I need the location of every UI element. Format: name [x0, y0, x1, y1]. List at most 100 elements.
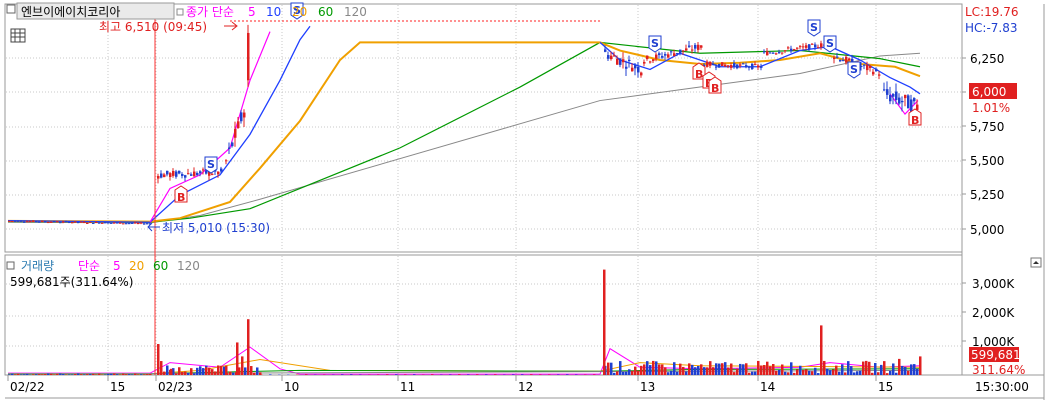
- hc-value: HC:-7.83: [965, 21, 1018, 35]
- candle-body: [122, 223, 125, 225]
- candle-body: [748, 66, 751, 68]
- volume-bar: [715, 363, 718, 375]
- sell-signal-icon[interactable]: S: [204, 156, 218, 174]
- volume-bar: [841, 364, 844, 375]
- volume-bar: [763, 365, 766, 375]
- volume-bar: [122, 373, 125, 375]
- candle-body: [243, 112, 246, 118]
- volume-bar: [166, 365, 169, 375]
- candle-body: [80, 221, 83, 223]
- volume-bar: [760, 365, 763, 375]
- candle-body: [604, 49, 607, 52]
- candle-body: [53, 221, 56, 223]
- volume-bar: [485, 374, 488, 375]
- candle-body: [878, 74, 881, 76]
- candle-body: [751, 63, 754, 70]
- volume-bar: [113, 373, 116, 375]
- buy-signal-icon[interactable]: B: [174, 185, 188, 204]
- sell-signal-icon[interactable]: S: [823, 35, 837, 53]
- candle-body: [607, 55, 610, 59]
- volume-bar: [883, 361, 886, 375]
- volume-bar: [706, 367, 709, 375]
- volume-bar: [50, 373, 53, 375]
- buy-signal-icon[interactable]: B: [908, 108, 922, 127]
- volume-bar: [8, 374, 11, 375]
- volume-bar: [748, 372, 751, 375]
- volume-bar: [802, 369, 805, 375]
- candle-body: [688, 45, 691, 47]
- volume-bar: [895, 372, 898, 375]
- volume-ma-period: 5: [113, 259, 121, 273]
- candle-body: [628, 59, 631, 62]
- candle-body: [8, 220, 11, 222]
- volume-bar: [646, 361, 649, 375]
- candle-body: [805, 45, 808, 48]
- volume-bar: [607, 362, 610, 375]
- candle-body: [869, 65, 872, 68]
- sell-signal-icon[interactable]: S: [847, 61, 861, 79]
- volume-bar: [829, 370, 832, 375]
- candle-body: [772, 52, 775, 54]
- candle-body: [730, 64, 733, 68]
- volume-bar: [769, 366, 772, 375]
- candle-body: [101, 222, 104, 224]
- time-tick-label: 11: [400, 380, 415, 394]
- volume-bar: [919, 356, 922, 375]
- volume-bar: [739, 363, 742, 375]
- sell-signal-icon[interactable]: S: [648, 35, 662, 53]
- candle-body: [217, 171, 220, 175]
- panel-maximize-icon[interactable]: [1030, 257, 1042, 268]
- candle-body: [89, 221, 92, 223]
- sell-signal-icon[interactable]: S: [807, 19, 821, 37]
- buy-signal-icon[interactable]: B: [708, 76, 722, 95]
- volume-bar: [107, 373, 110, 375]
- volume-ma-period: 20: [129, 259, 144, 273]
- volume-bar: [140, 374, 143, 375]
- candle-body: [793, 49, 796, 51]
- candle-body: [872, 71, 875, 75]
- volume-bar: [838, 371, 841, 375]
- candle-body: [775, 53, 778, 55]
- volume-bar: [655, 361, 658, 375]
- time-tick-label: 10: [284, 380, 299, 394]
- volume-bar: [820, 325, 823, 375]
- volume-bar: [149, 373, 152, 375]
- volume-bar: [20, 374, 23, 375]
- candle-body: [715, 66, 718, 68]
- volume-info: 599,681주(311.64%): [10, 275, 133, 289]
- volume-bar: [566, 374, 569, 375]
- volume-bar: [244, 367, 247, 375]
- volume-bar: [146, 374, 149, 375]
- candle-body: [166, 170, 169, 175]
- candle-body: [104, 222, 107, 224]
- volume-bar: [593, 374, 596, 375]
- candle-body: [196, 172, 199, 176]
- candle-body: [721, 62, 724, 67]
- candle-body: [898, 97, 901, 104]
- candle-body: [71, 222, 74, 224]
- candle-body: [160, 173, 163, 178]
- current-volume: 599,681: [971, 348, 1021, 362]
- volume-bar: [35, 374, 38, 375]
- volume-bar: [184, 371, 187, 375]
- grid-toggle-icon[interactable]: [10, 28, 26, 43]
- volume-bar: [913, 364, 916, 375]
- volume-bar: [610, 362, 613, 375]
- volume-bar: [625, 371, 628, 375]
- candle-body: [62, 221, 65, 223]
- volume-bar: [11, 373, 14, 375]
- volume-axis: 3,000K 2,000K 1,000K: [962, 277, 1015, 349]
- candle-body: [892, 93, 895, 97]
- volume-ma-period: 120: [177, 259, 200, 273]
- candle-body: [41, 220, 44, 222]
- volume-bar: [814, 367, 817, 375]
- candle-body: [889, 95, 892, 102]
- volume-bar: [889, 370, 892, 375]
- candle-body: [11, 220, 14, 222]
- candle-body: [175, 171, 178, 177]
- volume-bar: [77, 373, 80, 375]
- volume-bar: [766, 361, 769, 375]
- volume-bar: [691, 364, 694, 375]
- candle-body: [667, 54, 670, 58]
- candle-body: [673, 53, 676, 57]
